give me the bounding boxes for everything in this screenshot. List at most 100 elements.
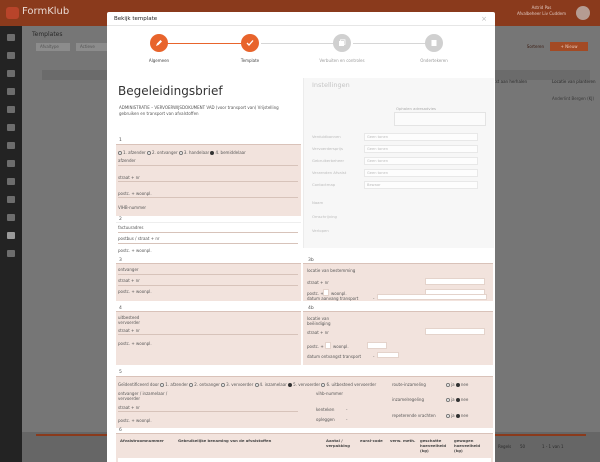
step-verbuiten[interactable]	[333, 34, 351, 52]
radio-yes[interactable]	[446, 414, 450, 418]
field-label: inzamelregeling	[392, 397, 424, 402]
radio-uitbesteed[interactable]	[321, 383, 326, 387]
archive-icon[interactable]	[7, 88, 15, 95]
pager-size-select[interactable]: 50	[520, 444, 525, 449]
straat-input[interactable]	[425, 278, 485, 285]
settings-icon[interactable]	[7, 160, 15, 167]
field-label: postc. + woonpl.	[118, 418, 152, 423]
setting-input[interactable]: Geen tonen	[364, 145, 478, 153]
setting-input[interactable]: Bewaar	[364, 181, 478, 189]
app-logo[interactable]: FormKlub	[6, 5, 70, 21]
step-ondertekeren[interactable]	[425, 34, 443, 52]
user-icon[interactable]	[7, 178, 15, 185]
factuuradres-line[interactable]	[118, 232, 298, 233]
user-info[interactable]: Astrid Pas Afvalbeheer Liv Cuddem	[517, 5, 566, 17]
modal-title: Bekijk template	[114, 16, 158, 22]
table-cell: Anderlint Bergen (KJ)	[552, 96, 595, 101]
datum-input[interactable]	[377, 352, 399, 358]
ontvanger-line[interactable]	[118, 274, 298, 275]
radio-vervoerder-5[interactable]	[288, 383, 293, 387]
grid-icon[interactable]	[7, 70, 15, 77]
radio-afzender[interactable]	[160, 383, 165, 387]
radio-afzender[interactable]	[118, 151, 122, 155]
documents-icon[interactable]	[7, 52, 15, 59]
field-label: datum ontvangst transport	[307, 354, 362, 359]
setting-input[interactable]: Geen tonen	[364, 169, 478, 177]
route-yes-no[interactable]: ja nee	[446, 382, 468, 387]
users-icon[interactable]	[7, 196, 15, 203]
postc-input[interactable]	[323, 289, 329, 296]
option-label: 3. handelaar	[183, 150, 210, 155]
radio-no[interactable]	[455, 383, 460, 387]
wizard-stepper: Algemeen Template Verbuiten en controles…	[107, 34, 495, 70]
logo-text: FormKlub	[22, 6, 70, 17]
postc-input[interactable]	[325, 342, 331, 349]
close-icon[interactable]: ×	[481, 15, 487, 23]
radio-ontvanger[interactable]	[189, 383, 194, 387]
settings-title: Instellingen	[312, 81, 350, 89]
radio-vervoerder[interactable]	[221, 383, 226, 387]
inzameling-yes-no[interactable]: ja nee	[446, 397, 468, 402]
field-label: postc. + woonpl.	[118, 289, 152, 294]
column-header: Gebruikelijke benaming van de afvalstoff…	[178, 438, 272, 443]
step-algemeen[interactable]	[150, 34, 168, 52]
setting-input[interactable]: Geen tonen	[364, 133, 478, 141]
radio-yes[interactable]	[446, 398, 450, 402]
identified-by-options[interactable]: Geïdentificeerd door 1. afzender 2. ontv…	[118, 382, 376, 387]
field-label: postc. + woonpl.	[118, 341, 152, 346]
field-label: postbus / straat + nr	[118, 236, 160, 241]
wrench-icon[interactable]	[7, 214, 15, 221]
tab-afvaltype[interactable]: Afvaltype	[36, 43, 70, 51]
field-label: factuuradres	[118, 225, 144, 230]
new-template-button[interactable]: + Nieuw	[550, 42, 588, 51]
settings-box[interactable]	[394, 112, 486, 126]
woonpl-input[interactable]	[367, 342, 387, 349]
column-header[interactable]: Locatie van planteren	[552, 79, 596, 84]
tab-actieve[interactable]: Actieve	[76, 43, 110, 51]
sort-label[interactable]: Sorteren	[527, 44, 544, 49]
field-label: kenteken	[316, 407, 335, 412]
straat-line[interactable]	[118, 181, 298, 182]
filter-icon[interactable]	[7, 124, 15, 131]
tab-label: Actieve	[80, 44, 95, 49]
datum-input[interactable]	[377, 294, 487, 300]
postbus-line[interactable]	[118, 243, 298, 244]
view-template-modal: Bekijk template × Algemeen Template Verb…	[107, 12, 495, 462]
radio-no[interactable]	[455, 398, 460, 402]
section-number: 5	[119, 370, 122, 375]
radio-handelaar[interactable]	[178, 151, 183, 155]
field-label: ontvanger	[118, 267, 139, 272]
kenteken-separator: -	[346, 407, 348, 412]
radio-no[interactable]	[455, 414, 460, 418]
setting-label: Verduidbonnen	[312, 134, 341, 139]
gear-icon[interactable]	[7, 232, 15, 239]
building-icon[interactable]	[7, 250, 15, 257]
step-connector	[167, 43, 251, 44]
date-separator: -	[373, 296, 375, 301]
section-4: uitbesteed vervoerder straat + nr postc.…	[116, 311, 301, 365]
setting-input[interactable]: Geen tonen	[364, 157, 478, 165]
section-6-waste-table: Afvalstroomnummer Gebruikelijke benaming…	[116, 433, 493, 462]
field-label: route-inzameling	[392, 382, 426, 387]
setting-label: Contactmap	[312, 182, 336, 187]
radio-bemiddelaar[interactable]	[210, 151, 215, 155]
straat-line[interactable]	[118, 285, 298, 286]
straat-line[interactable]	[118, 411, 298, 412]
list-icon[interactable]	[7, 106, 15, 113]
role-options[interactable]: 1. afzender 2. ontvanger 3. handelaar 4.…	[118, 150, 246, 155]
straat-line[interactable]	[118, 334, 298, 335]
home-icon[interactable]	[7, 34, 15, 41]
table-row[interactable]	[118, 458, 491, 462]
field-label: locatie van bestemming	[307, 268, 356, 273]
afzender-line[interactable]	[118, 165, 298, 166]
radio-ontvanger[interactable]	[146, 151, 151, 155]
radio-yes[interactable]	[446, 383, 450, 387]
calendar-icon[interactable]	[7, 142, 15, 149]
postc-line[interactable]	[118, 197, 298, 198]
step-template[interactable]	[241, 34, 259, 52]
straat-input[interactable]	[425, 328, 485, 335]
avatar[interactable]	[576, 6, 590, 20]
document-subtitle: ADMINISTRATIE – VERVOERWIJSDOKUMENT VAD …	[119, 105, 279, 116]
radio-inzamelaar[interactable]	[254, 383, 259, 387]
repeterend-yes-no[interactable]: ja nee	[446, 413, 468, 418]
